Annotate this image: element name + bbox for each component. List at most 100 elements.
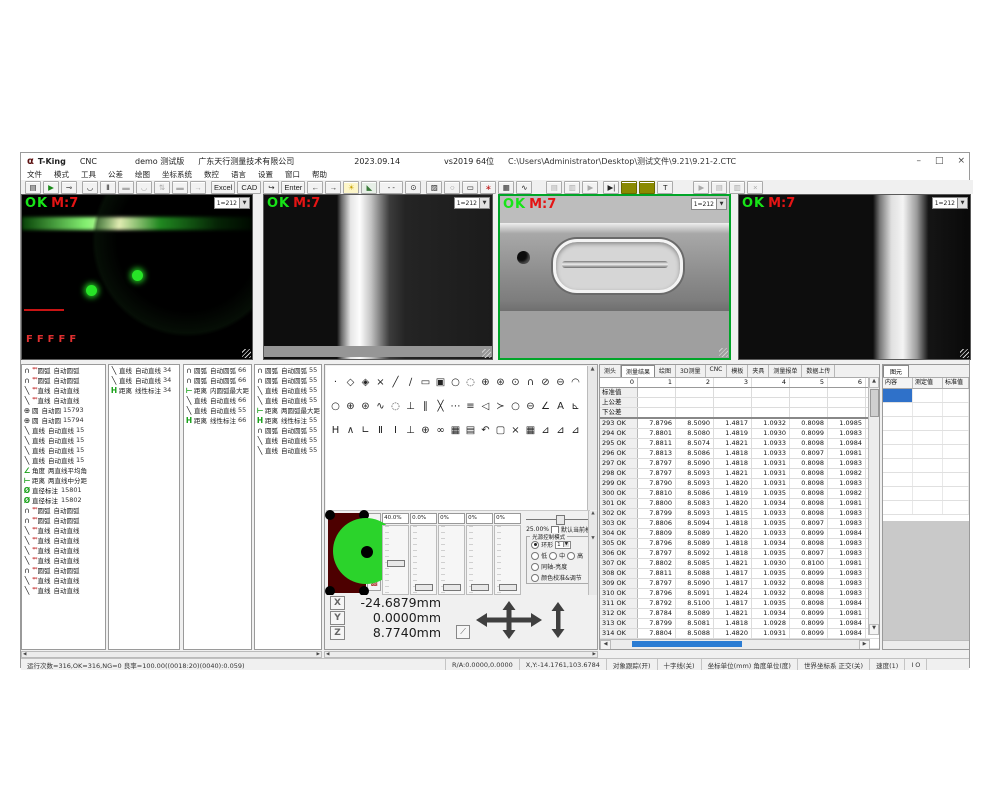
element-cell[interactable]	[943, 487, 969, 500]
element-row[interactable]	[883, 403, 969, 417]
tool-icon-r2-14[interactable]: ⊖	[523, 399, 538, 414]
measure-item[interactable]: ╲直线自动直线55	[255, 445, 321, 455]
tool-icon-r1-2[interactable]: ◇	[343, 375, 358, 390]
stage-button[interactable]: ◡	[82, 181, 98, 194]
tool-setup-button[interactable]: T	[657, 181, 673, 194]
element-cell[interactable]	[943, 417, 969, 430]
flat-button[interactable]: ▬	[118, 181, 134, 194]
result-row-304[interactable]: 304 OK7.88098.50891.48201.09330.80991.09…	[600, 529, 879, 539]
result-row-313[interactable]: 313 OK7.87998.50811.48181.09280.80991.09…	[600, 619, 879, 629]
run-to-end-button[interactable]: ▶|	[603, 181, 619, 194]
element-row[interactable]	[883, 445, 969, 459]
result-row-305[interactable]: 305 OK7.87968.50891.48181.09340.80981.09…	[600, 539, 879, 549]
tool-icon-r1-10[interactable]: ◌	[463, 375, 478, 390]
element-cell[interactable]	[943, 431, 969, 444]
tool-icon-r1-16[interactable]: ⊖	[553, 375, 568, 390]
image-view-button[interactable]: ◣	[361, 181, 377, 194]
menu-item-11[interactable]: 帮助	[306, 169, 333, 180]
light-options-scrollbar[interactable]: ▲▼	[588, 511, 597, 595]
ring-radio[interactable]	[531, 541, 539, 549]
results-vscrollbar[interactable]: ▲▼	[868, 377, 879, 635]
measure-item[interactable]: ╲直线自动直线55	[255, 395, 321, 405]
resize-grip[interactable]	[482, 349, 491, 358]
measure-item[interactable]: ∩圆弧自动圆弧55	[255, 425, 321, 435]
slider-track[interactable]	[494, 525, 521, 595]
element-cell[interactable]	[883, 417, 913, 430]
column-button[interactable]: Ⅱ	[100, 181, 116, 194]
tool-icon-r1-15[interactable]: ⊘	[538, 375, 553, 390]
result-row-309[interactable]: 309 OK7.87978.50901.48171.09320.80981.09…	[600, 579, 879, 589]
element-cell[interactable]	[883, 403, 913, 416]
tool-icon-r2-11[interactable]: ◁	[478, 399, 493, 414]
tab-9[interactable]: 数据上传	[802, 365, 835, 377]
element-row[interactable]	[883, 417, 969, 431]
result-row-300[interactable]: 300 OK7.88108.50861.48191.09350.80981.09…	[600, 489, 879, 499]
step-button[interactable]: →	[190, 181, 206, 194]
tool-icon-r3-1[interactable]: H	[328, 423, 343, 438]
tool-icon-r1-11[interactable]: ⊕	[478, 375, 493, 390]
tool-icon-r2-5[interactable]: ◌	[388, 399, 403, 414]
tool-icon-r1-14[interactable]: ∩	[523, 375, 538, 390]
slider-track[interactable]	[382, 525, 409, 595]
camera-1-view[interactable]: FFFFF OKM:7 1=212▼	[21, 194, 253, 360]
element-row[interactable]	[883, 501, 969, 515]
camera-3-view-selected[interactable]: OKM:7 1=212▼	[498, 194, 731, 360]
ring-index-dropdown[interactable]: 1▼	[555, 541, 571, 549]
tool-icon-r3-9[interactable]: ▦	[448, 423, 463, 438]
tool-icon-r3-10[interactable]: ▤	[463, 423, 478, 438]
zoom-tool-button[interactable]: ⊙	[405, 181, 421, 194]
diagonal-jog-button[interactable]: ⟋	[456, 625, 470, 639]
tool-icon-r3-5[interactable]: I	[388, 423, 403, 438]
tab-3[interactable]: 绘图	[655, 365, 676, 377]
measure-item[interactable]: ╲***直线自动直线	[22, 555, 105, 565]
tool-icon-r1-1[interactable]: ·	[328, 375, 343, 390]
measure-item[interactable]: ∩***圆弧自动圆弧	[22, 365, 105, 375]
light-slider-3[interactable]: 0%	[438, 513, 465, 595]
tool-icon-r2-4[interactable]: ∿	[373, 399, 388, 414]
level-mid-radio[interactable]	[549, 552, 557, 560]
measure-item[interactable]: ╲***直线自动直线	[22, 545, 105, 555]
menu-item-5[interactable]: 绘图	[129, 169, 156, 180]
result-row-312[interactable]: 312 OK7.87848.50891.48211.09340.80991.09…	[600, 609, 879, 619]
camera-2-view[interactable]: OKM:7 1=212▼	[263, 194, 493, 360]
element-cell[interactable]	[883, 473, 913, 486]
tool-icon-r2-15[interactable]: ∠	[538, 399, 553, 414]
tool-icon-r1-5[interactable]: ╱	[388, 375, 403, 390]
slider-thumb[interactable]	[387, 560, 405, 567]
result-row-296[interactable]: 296 OK7.88138.50861.48181.09330.80971.09…	[600, 449, 879, 459]
tool-icon-r1-8[interactable]: ▣	[433, 375, 448, 390]
enter-button[interactable]: Enter	[281, 181, 305, 194]
element-cell[interactable]	[943, 501, 969, 514]
camera-4-view[interactable]: OKM:7 1=212▼	[738, 194, 971, 360]
tool-icon-r2-7[interactable]: ∥	[418, 399, 433, 414]
result-row-299[interactable]: 299 OK7.87908.50931.48201.09310.80981.09…	[600, 479, 879, 489]
tool-icon-r2-3[interactable]: ⊛	[358, 399, 373, 414]
result-row-294[interactable]: 294 OK7.88018.50801.48191.09300.80991.09…	[600, 429, 879, 439]
element-cell[interactable]	[883, 501, 913, 514]
element-row[interactable]	[883, 389, 969, 403]
next-button[interactable]: →	[325, 181, 341, 194]
play-2-button[interactable]: ▶	[693, 181, 709, 194]
z-jog-button[interactable]: ⇅	[154, 181, 170, 194]
tool-icon-r1-17[interactable]: ◠	[568, 375, 583, 390]
result-row-314[interactable]: 314 OK7.88048.50881.48201.09310.80991.09…	[600, 629, 879, 639]
tab-element[interactable]: 图元	[883, 365, 909, 377]
element-row[interactable]	[883, 431, 969, 445]
measure-item[interactable]: H距离线性标注34	[109, 385, 179, 395]
tool-icon-r3-12[interactable]: ▢	[493, 423, 508, 438]
measure-item[interactable]: ∠角度两直线平均角	[22, 465, 105, 475]
measure-item[interactable]: ╲直线自动直线15	[22, 435, 105, 445]
result-row-307[interactable]: 307 OK7.88028.50851.48211.09300.81001.09…	[600, 559, 879, 569]
tool-icon-r2-1[interactable]: ○	[328, 399, 343, 414]
element-row[interactable]	[883, 473, 969, 487]
measure-item[interactable]: ∩圆弧自动圆弧55	[255, 375, 321, 385]
tab-7[interactable]: 夹具	[748, 365, 769, 377]
copy-result-button[interactable]: ▥	[564, 181, 580, 194]
result-row-302[interactable]: 302 OK7.87998.50931.48151.09330.80981.09…	[600, 509, 879, 519]
measure-item[interactable]: ⊕圆自动圆15793	[22, 405, 105, 415]
measure-item[interactable]: ∩圆弧自动圆弧55	[255, 365, 321, 375]
slider-track[interactable]	[466, 525, 493, 595]
tool-icon-r2-12[interactable]: ≻	[493, 399, 508, 414]
menu-item-2[interactable]: 模式	[48, 169, 75, 180]
light-bulb-button[interactable]: ☀	[343, 181, 359, 194]
